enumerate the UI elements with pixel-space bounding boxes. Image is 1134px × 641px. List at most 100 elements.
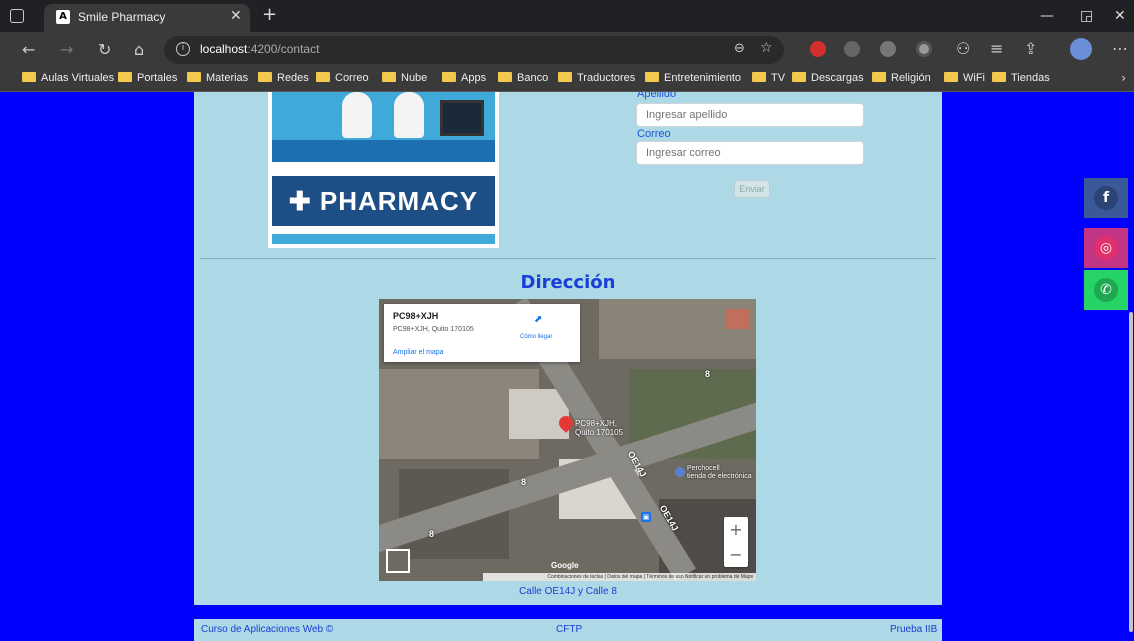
scrollbar-thumb[interactable] bbox=[1129, 312, 1133, 632]
bookmark-folder[interactable]: Traductores bbox=[558, 72, 635, 84]
bookmark-folder[interactable]: Banco bbox=[498, 72, 548, 84]
pharmacist-figure bbox=[342, 92, 372, 138]
back-icon[interactable]: ← bbox=[22, 40, 35, 59]
browser-tab[interactable]: A Smile Pharmacy ✕ bbox=[44, 4, 250, 32]
folder-icon bbox=[558, 72, 572, 82]
folder-icon bbox=[944, 72, 958, 82]
store-poi-icon[interactable] bbox=[675, 467, 685, 477]
map-place-address: PC98+XJH, Quito 170105 bbox=[393, 326, 474, 333]
street-label: 8 bbox=[705, 369, 711, 379]
facebook-button[interactable]: f bbox=[1084, 178, 1128, 218]
bookmarks-bar: Aulas Virtuales Portales Materias Redes … bbox=[0, 68, 1134, 92]
folder-icon bbox=[118, 72, 132, 82]
whatsapp-button[interactable]: ✆ bbox=[1084, 270, 1128, 310]
street-label: 8 bbox=[429, 529, 435, 539]
browser-titlebar: A Smile Pharmacy ✕ + — ◲ ✕ bbox=[0, 0, 1134, 32]
pharmacy-sign: ✚ PHARMACY bbox=[272, 172, 495, 230]
bookmark-folder[interactable]: Portales bbox=[118, 72, 177, 84]
instagram-button[interactable]: ◎ bbox=[1084, 228, 1128, 268]
favorite-star-icon[interactable]: ☆ bbox=[760, 40, 773, 56]
pharmacy-illustration: ✚ PHARMACY bbox=[268, 92, 499, 248]
tab-title: Smile Pharmacy bbox=[78, 10, 166, 24]
bookmark-folder[interactable]: TV bbox=[752, 72, 785, 84]
folder-icon bbox=[258, 72, 272, 82]
folder-icon bbox=[792, 72, 806, 82]
bookmark-folder[interactable]: Religión bbox=[872, 72, 931, 84]
bookmark-folder[interactable]: Aulas Virtuales bbox=[22, 72, 114, 84]
zoom-out-button[interactable]: − bbox=[724, 542, 748, 567]
browser-toolbar: ← → ↻ ⌂ i localhost:4200/contact ⊖ ☆ ⚇ ≡… bbox=[0, 32, 1134, 68]
pharmacy-counter bbox=[272, 140, 495, 162]
profile-avatar[interactable] bbox=[1070, 38, 1092, 60]
monitor-figure bbox=[440, 100, 484, 136]
zoom-icon[interactable]: ⊖ bbox=[734, 41, 745, 56]
folder-icon bbox=[498, 72, 512, 82]
chevron-right-icon[interactable]: › bbox=[1121, 71, 1126, 85]
map-block bbox=[725, 309, 749, 329]
extension-icon[interactable] bbox=[844, 41, 860, 57]
close-window-icon[interactable]: ✕ bbox=[1114, 8, 1126, 24]
angular-favicon-icon: A bbox=[56, 10, 70, 24]
page-scrollbar[interactable] bbox=[1128, 92, 1134, 641]
more-menu-icon[interactable]: ⋯ bbox=[1112, 39, 1128, 58]
address-bar[interactable]: i localhost:4200/contact ⊖ ☆ bbox=[164, 36, 784, 64]
restore-icon[interactable]: ◲ bbox=[1080, 8, 1093, 24]
bookmark-folder[interactable]: Materias bbox=[187, 72, 248, 84]
bookmark-folder[interactable]: Nube bbox=[382, 72, 427, 84]
street-label: 8 bbox=[521, 477, 527, 487]
bookmark-folder[interactable]: Entretenimiento bbox=[645, 72, 741, 84]
folder-icon bbox=[872, 72, 886, 82]
folder-icon bbox=[992, 72, 1006, 82]
bookmark-folder[interactable]: WiFi bbox=[944, 72, 985, 84]
address-caption: Calle OE14J y Calle 8 bbox=[519, 586, 617, 597]
extensions-icon[interactable]: ⚇ bbox=[956, 39, 970, 58]
extension-icon[interactable] bbox=[880, 41, 896, 57]
correo-input[interactable] bbox=[636, 141, 864, 165]
minimize-icon[interactable]: — bbox=[1040, 8, 1054, 24]
share-icon[interactable]: ⇪ bbox=[1024, 39, 1037, 58]
map-info-card: PC98+XJH PC98+XJH, Quito 170105 Ampliar … bbox=[384, 304, 580, 362]
new-tab-icon[interactable]: + bbox=[262, 4, 277, 25]
footer-right: Prueba IIB bbox=[890, 624, 938, 635]
tab-actions-icon[interactable] bbox=[10, 9, 24, 23]
favorites-icon[interactable]: ≡ bbox=[990, 39, 1003, 58]
folder-icon bbox=[382, 72, 396, 82]
enlarge-map-link[interactable]: Ampliar el mapa bbox=[393, 349, 444, 356]
close-tab-icon[interactable]: ✕ bbox=[230, 8, 242, 24]
folder-icon bbox=[645, 72, 659, 82]
map-attribution[interactable]: Combinaciones de teclas | Datos del mapa… bbox=[483, 573, 756, 581]
folder-icon bbox=[22, 72, 36, 82]
bookmark-folder[interactable]: Descargas bbox=[792, 72, 864, 84]
extension-icon[interactable] bbox=[916, 41, 932, 57]
pharmacy-base bbox=[272, 234, 495, 244]
url-text: localhost:4200/contact bbox=[200, 42, 320, 56]
site-info-icon[interactable]: i bbox=[176, 42, 190, 56]
send-button[interactable]: Enviar bbox=[734, 180, 770, 198]
bus-stop-icon[interactable]: ▣ bbox=[641, 512, 651, 522]
bookmark-folder[interactable]: Apps bbox=[442, 72, 486, 84]
google-map[interactable]: PC98+XJH PC98+XJH, Quito 170105 Ampliar … bbox=[379, 299, 756, 581]
pin-label: PC98+XJH, Quito 170105 bbox=[575, 419, 624, 437]
apellido-input[interactable] bbox=[636, 103, 864, 127]
bookmark-folder[interactable]: Redes bbox=[258, 72, 309, 84]
extension-icon[interactable] bbox=[810, 41, 826, 57]
folder-icon bbox=[442, 72, 456, 82]
bookmark-folder[interactable]: Correo bbox=[316, 72, 369, 84]
whatsapp-icon: ✆ bbox=[1094, 278, 1118, 302]
directions-icon[interactable]: ⬈ bbox=[534, 314, 544, 325]
directions-link[interactable]: Cómo llegar bbox=[520, 334, 552, 340]
folder-icon bbox=[316, 72, 330, 82]
folder-icon bbox=[187, 72, 201, 82]
forward-icon[interactable]: → bbox=[60, 40, 73, 59]
home-icon[interactable]: ⌂ bbox=[134, 40, 144, 59]
reload-icon[interactable]: ↻ bbox=[98, 40, 111, 59]
map-layers-button[interactable] bbox=[386, 549, 410, 573]
zoom-in-button[interactable]: + bbox=[724, 517, 748, 542]
bookmark-folder[interactable]: Tiendas bbox=[992, 72, 1050, 84]
footer-center: CFTP bbox=[556, 624, 583, 635]
zoom-control: + − bbox=[724, 517, 748, 567]
direccion-title: Dirección bbox=[520, 272, 616, 293]
correo-label: Correo bbox=[637, 128, 671, 140]
pharmacy-shelves bbox=[272, 92, 495, 140]
contact-container: ✚ PHARMACY Apellido Correo Enviar Direcc… bbox=[194, 92, 942, 605]
